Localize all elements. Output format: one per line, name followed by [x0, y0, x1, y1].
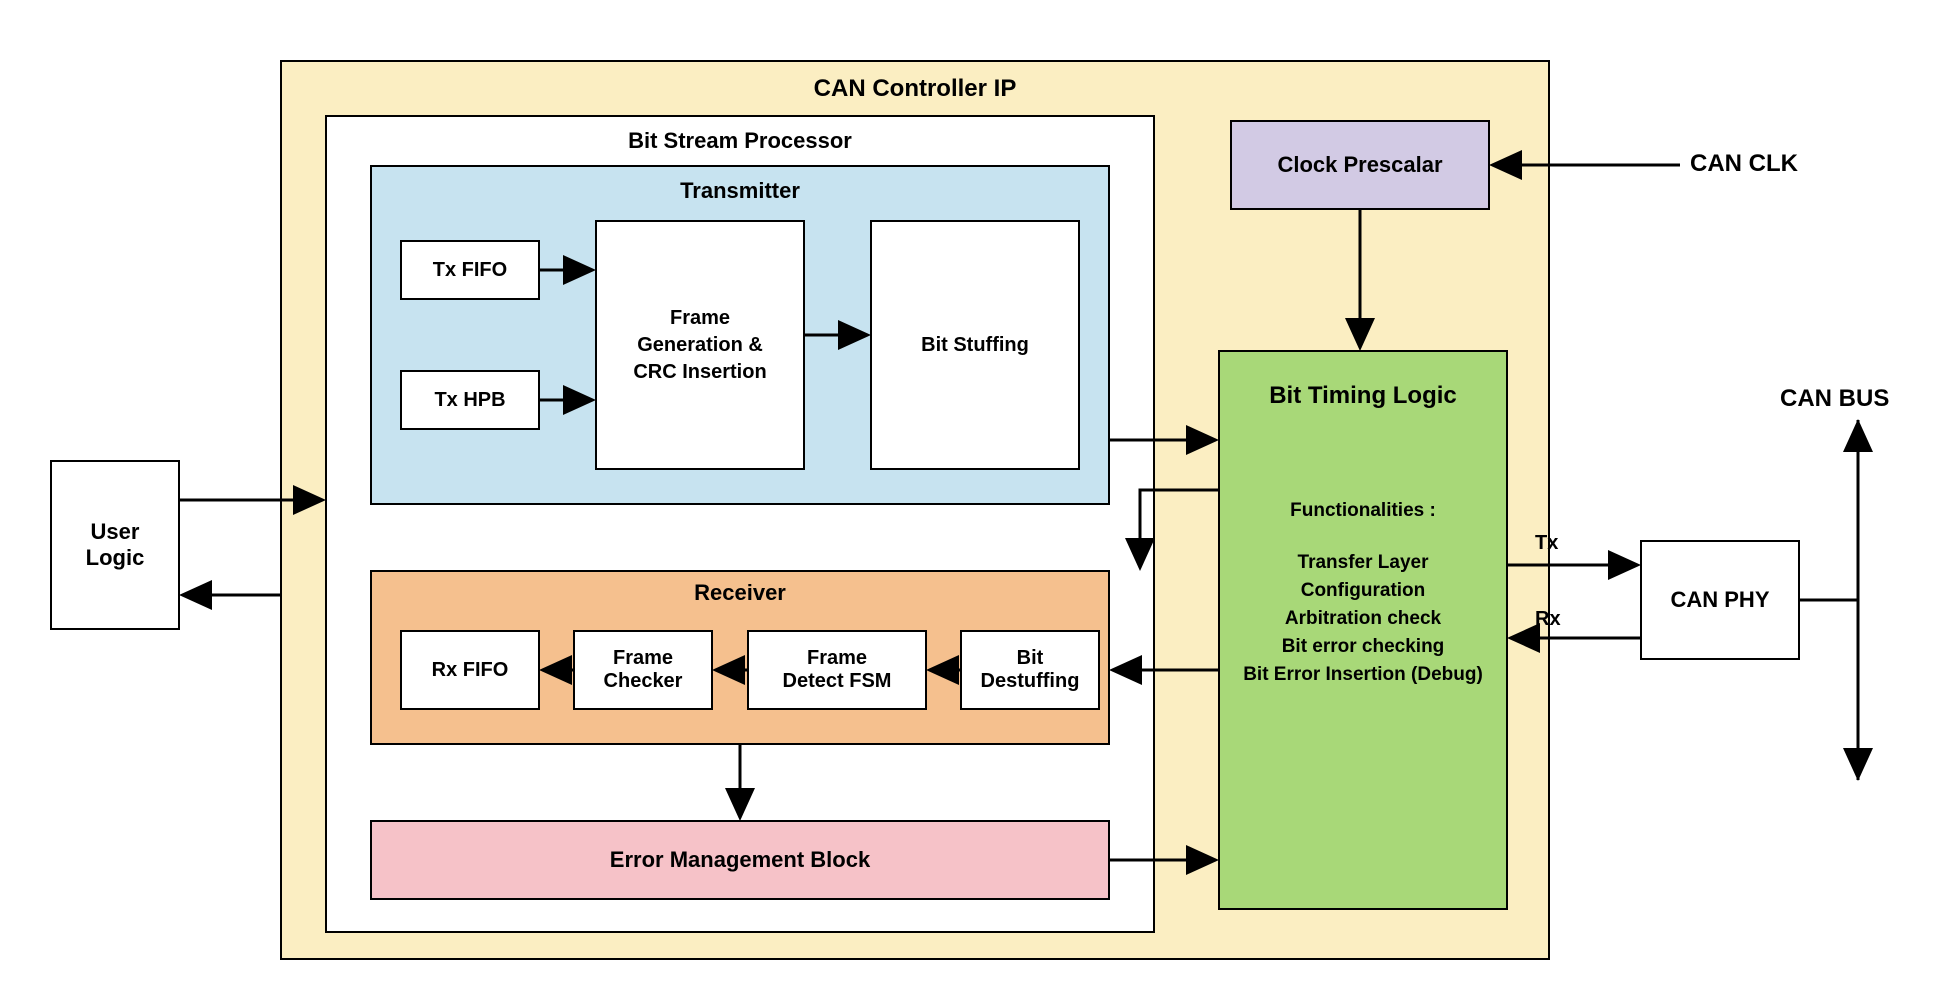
btl-f4: Bit error checking: [1282, 636, 1445, 658]
tx-hpb-label: Tx HPB: [434, 389, 505, 412]
can-phy-block: CAN PHY: [1640, 540, 1800, 660]
receiver-title: Receiver: [370, 580, 1110, 606]
bit-destuffing-label: Bit Destuffing: [981, 647, 1080, 693]
rx-fifo-label: Rx FIFO: [432, 659, 509, 682]
transmitter-title: Transmitter: [370, 178, 1110, 204]
frame-checker-label: Frame Checker: [604, 647, 683, 693]
clock-prescalar: Clock Prescalar: [1230, 120, 1490, 210]
clock-prescalar-label: Clock Prescalar: [1277, 152, 1442, 178]
btl-f5: Bit Error Insertion (Debug): [1243, 664, 1483, 686]
bsp-title: Bit Stream Processor: [325, 128, 1155, 154]
rx-fifo: Rx FIFO: [400, 630, 540, 710]
btl-f2: Configuration: [1301, 580, 1426, 602]
user-logic-block: User Logic: [50, 460, 180, 630]
frame-generation: Frame Generation & CRC Insertion: [595, 220, 805, 470]
can-phy-label: CAN PHY: [1670, 587, 1769, 613]
user-logic-label: User Logic: [86, 519, 145, 571]
frame-gen-label: Frame Generation & CRC Insertion: [633, 305, 766, 386]
emb-label: Error Management Block: [610, 847, 870, 873]
tx-fifo-label: Tx FIFO: [433, 259, 507, 282]
error-management-block: Error Management Block: [370, 820, 1110, 900]
btl-func-header: Functionalities :: [1290, 500, 1436, 522]
btl-f3: Arbitration check: [1285, 608, 1441, 630]
can-bus-label: CAN BUS: [1780, 385, 1889, 413]
can-controller-title: CAN Controller IP: [280, 75, 1550, 103]
frame-detect-label: Frame Detect FSM: [783, 647, 892, 693]
frame-detect-fsm: Frame Detect FSM: [747, 630, 927, 710]
can-clk-label: CAN CLK: [1690, 150, 1798, 178]
bit-stuffing: Bit Stuffing: [870, 220, 1080, 470]
tx-label: Tx: [1535, 532, 1558, 555]
bit-destuffing: Bit Destuffing: [960, 630, 1100, 710]
btl-title: Bit Timing Logic: [1269, 382, 1457, 410]
bit-timing-logic: Bit Timing Logic Functionalities : Trans…: [1218, 350, 1508, 910]
frame-checker: Frame Checker: [573, 630, 713, 710]
rx-label: Rx: [1535, 608, 1561, 631]
tx-hpb: Tx HPB: [400, 370, 540, 430]
bit-stuffing-label: Bit Stuffing: [921, 334, 1029, 357]
btl-f1: Transfer Layer: [1298, 552, 1429, 574]
tx-fifo: Tx FIFO: [400, 240, 540, 300]
